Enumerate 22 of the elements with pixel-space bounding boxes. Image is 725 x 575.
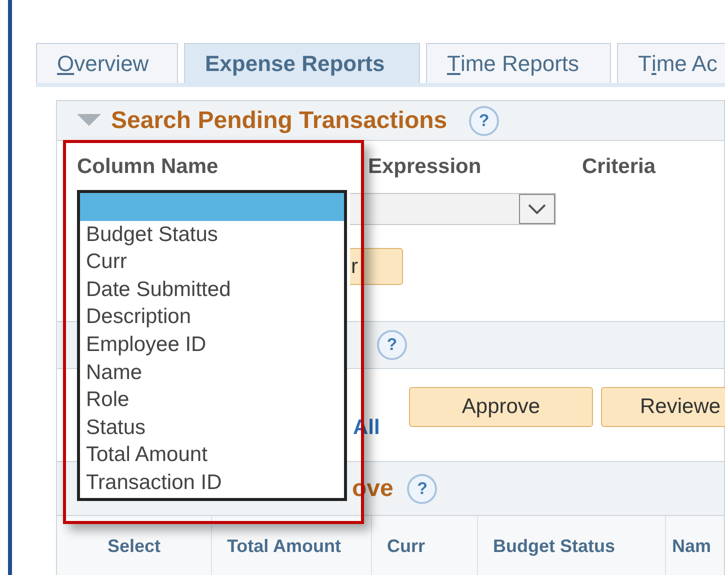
help-icon[interactable]: ? — [469, 106, 500, 136]
tab[interactable]: Time Reports — [426, 43, 611, 83]
search-button[interactable]: r — [350, 248, 403, 285]
help-icon[interactable]: ? — [377, 330, 407, 360]
action-button[interactable]: Approve — [409, 387, 593, 427]
tab[interactable]: Time Ac — [617, 43, 725, 83]
column-label: Criteria — [582, 154, 656, 180]
column-label: Expression — [368, 154, 482, 180]
column-header: Total Amount — [212, 516, 372, 575]
action-button[interactable]: Reviewe — [601, 387, 725, 427]
tab[interactable]: Expense Reports — [184, 43, 420, 83]
tab[interactable]: Overview — [36, 43, 178, 83]
column-header: Budget Status — [478, 516, 666, 575]
expression-select[interactable] — [350, 193, 556, 225]
column-header: Select — [57, 516, 212, 575]
column-header: Curr — [372, 516, 478, 575]
column-label: Column Name — [77, 154, 220, 180]
column-name-listbox[interactable]: Budget Status Curr Date Submitted Description Employee ID Name Role Status Total Amount Transaction ID — [77, 190, 347, 501]
help-icon[interactable]: ? — [407, 474, 438, 504]
column-header: Nam — [666, 516, 725, 575]
section-title: Search Pending Transactions — [111, 106, 448, 136]
list-option[interactable]: Budget Status — [80, 220, 344, 248]
